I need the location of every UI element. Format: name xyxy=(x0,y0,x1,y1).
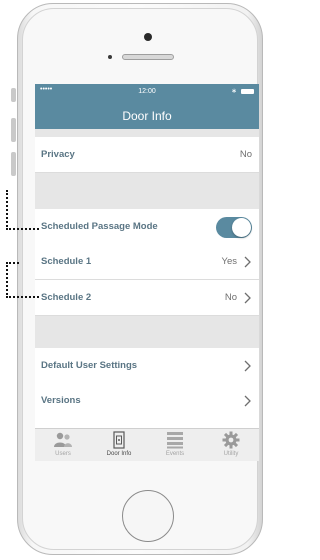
callout-line-schedule-2 xyxy=(6,296,39,298)
toggle-knob xyxy=(232,218,251,237)
tab-door-info-label: Door Info xyxy=(106,451,132,457)
callout-line-passage-mode-horizontal xyxy=(6,228,39,230)
volume-up-button xyxy=(11,118,16,142)
privacy-label: Privacy xyxy=(41,149,75,160)
bluetooth-icon: ∗ xyxy=(231,88,237,95)
front-camera xyxy=(144,33,152,41)
scheduled-passage-mode-toggle[interactable] xyxy=(216,217,252,238)
chevron-right-icon xyxy=(244,292,251,304)
tab-door-info[interactable]: Door Info xyxy=(91,429,147,461)
schedule-2-row[interactable]: Schedule 2 No xyxy=(35,280,259,316)
scheduled-passage-mode-row: Scheduled Passage Mode xyxy=(35,209,259,245)
gear-icon xyxy=(222,431,240,449)
privacy-value: No xyxy=(239,149,252,160)
tab-events[interactable]: Events xyxy=(147,429,203,461)
default-user-settings-row[interactable]: Default User Settings xyxy=(35,348,259,384)
status-time: 12:00 xyxy=(138,88,156,95)
callout-line-schedule-1 xyxy=(6,262,19,264)
privacy-row[interactable]: Privacy No xyxy=(35,137,259,173)
proximity-sensor xyxy=(108,55,112,59)
chevron-right-icon xyxy=(244,395,251,407)
tab-utility[interactable]: Utility xyxy=(203,429,259,461)
home-button[interactable] xyxy=(122,490,174,542)
tab-events-label: Events xyxy=(165,451,185,457)
battery-icon xyxy=(241,89,254,94)
scheduled-passage-mode-label: Scheduled Passage Mode xyxy=(41,221,158,232)
navigation-bar: ••••• 12:00 ∗ Door Info xyxy=(35,84,259,129)
events-list-icon xyxy=(167,432,183,449)
schedule-2-value: No xyxy=(224,292,237,303)
chevron-right-icon xyxy=(244,360,251,372)
versions-label: Versions xyxy=(41,395,81,406)
versions-row[interactable]: Versions xyxy=(35,383,259,419)
mute-switch xyxy=(11,88,16,102)
default-user-settings-label: Default User Settings xyxy=(41,360,138,371)
door-icon xyxy=(113,431,125,449)
schedule-2-label: Schedule 2 xyxy=(41,292,92,303)
tab-users-label: Users xyxy=(55,451,71,457)
volume-down-button xyxy=(11,152,16,176)
tab-users[interactable]: Users xyxy=(35,429,91,461)
callout-line-passage-mode-vertical xyxy=(6,190,8,230)
chevron-right-icon xyxy=(244,256,251,268)
app-screen: ••••• 12:00 ∗ Door Info Privacy No Sched… xyxy=(35,84,259,461)
schedule-1-label: Schedule 1 xyxy=(41,256,92,267)
schedule-1-row[interactable]: Schedule 1 Yes xyxy=(35,244,259,280)
schedule-1-value: Yes xyxy=(221,256,238,267)
tab-bar: Users Door Info Events Utility xyxy=(35,428,259,461)
tab-utility-label: Utility xyxy=(223,451,239,457)
earpiece-speaker xyxy=(122,54,174,60)
users-icon xyxy=(54,432,72,447)
page-title: Door Info xyxy=(122,109,172,123)
callout-line-schedules-vertical xyxy=(6,262,8,298)
